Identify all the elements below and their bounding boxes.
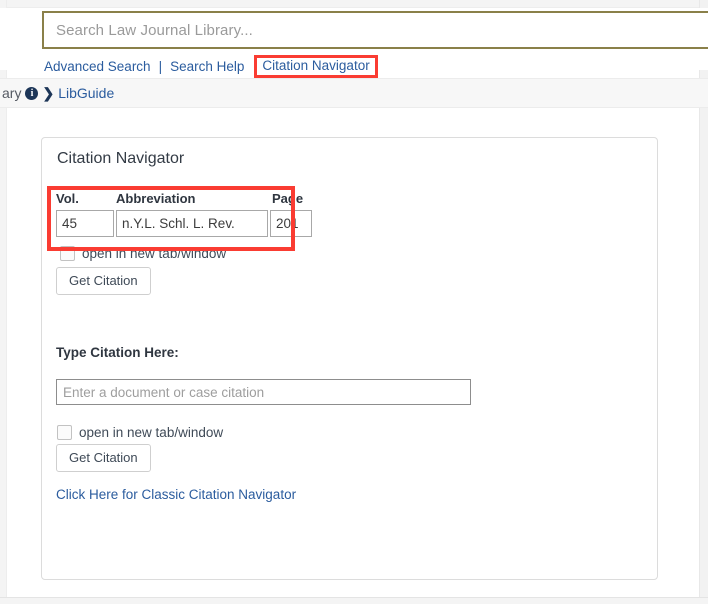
- page-column-header: Page: [272, 191, 304, 206]
- get-citation-button-top[interactable]: Get Citation: [56, 267, 151, 295]
- open-new-tab-label-top: open in new tab/window: [82, 245, 227, 261]
- page-root: Search Law Journal Library... Advanced S…: [0, 0, 708, 604]
- search-input[interactable]: Search Law Journal Library...: [42, 11, 708, 49]
- page-input[interactable]: 201: [270, 210, 312, 237]
- citation-navigator-link-highlight: Citation Navigator: [254, 54, 378, 78]
- breadcrumb-root-truncated: ary: [2, 85, 22, 101]
- breadcrumb: ary i ❯ LibGuide: [0, 78, 708, 108]
- classic-citation-navigator-link[interactable]: Click Here for Classic Citation Navigato…: [56, 487, 296, 502]
- citation-text-input[interactable]: Enter a document or case citation: [56, 379, 471, 405]
- citation-fields-headers: Vol. Abbreviation Page: [56, 188, 316, 206]
- type-citation-label: Type Citation Here:: [56, 345, 179, 360]
- get-citation-button-bottom[interactable]: Get Citation: [56, 444, 151, 472]
- open-new-tab-checkbox-bottom[interactable]: [57, 424, 72, 440]
- abbreviation-column-header: Abbreviation: [116, 191, 196, 206]
- viewport-edge-top: [0, 0, 708, 8]
- open-new-tab-row-top[interactable]: open in new tab/window: [60, 244, 226, 262]
- chevron-right-icon: ❯: [42, 84, 55, 101]
- breadcrumb-item-libguide[interactable]: LibGuide: [58, 85, 114, 101]
- search-header: Search Law Journal Library... Advanced S…: [0, 8, 708, 78]
- open-new-tab-row-bottom[interactable]: open in new tab/window: [57, 423, 223, 441]
- citation-navigator-link[interactable]: Citation Navigator: [262, 58, 369, 73]
- citation-fields-group: Vol. Abbreviation Page 45 n.Y.L. Schl. L…: [56, 188, 316, 237]
- search-input-placeholder: Search Law Journal Library...: [56, 21, 253, 39]
- vol-input[interactable]: 45: [56, 210, 114, 237]
- link-separator: |: [158, 58, 163, 74]
- open-new-tab-checkbox-top[interactable]: [60, 245, 75, 261]
- page-title: Citation Navigator: [57, 150, 185, 167]
- vol-column-header: Vol.: [56, 191, 79, 206]
- header-links: Advanced Search | Search Help Citation N…: [42, 54, 378, 78]
- advanced-search-link[interactable]: Advanced Search: [42, 59, 153, 74]
- open-new-tab-label-bottom: open in new tab/window: [79, 424, 224, 440]
- viewport-edge-bottom: [0, 597, 708, 604]
- abbreviation-input[interactable]: n.Y.L. Schl. L. Rev.: [116, 210, 268, 237]
- info-icon[interactable]: i: [25, 86, 39, 100]
- search-help-link[interactable]: Search Help: [168, 59, 246, 74]
- citation-text-input-placeholder: Enter a document or case citation: [63, 384, 265, 400]
- citation-fields-inputs: 45 n.Y.L. Schl. L. Rev. 201: [56, 210, 316, 237]
